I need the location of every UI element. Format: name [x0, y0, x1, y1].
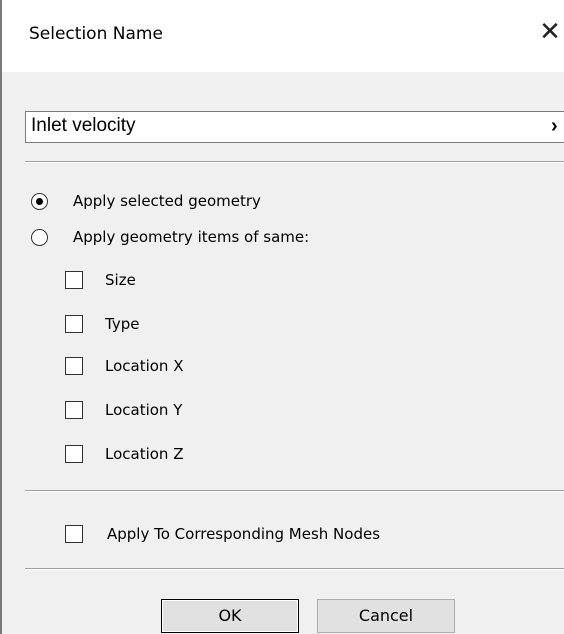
radio-apply-selected[interactable]: Apply selected geometry — [31, 192, 261, 210]
checkbox-mesh-nodes[interactable]: Apply To Corresponding Mesh Nodes — [65, 525, 380, 543]
checkbox-type[interactable]: Type — [65, 315, 139, 333]
checkbox-label: Location Y — [105, 401, 183, 419]
radio-label: Apply geometry items of same: — [73, 228, 310, 246]
radio-apply-same[interactable]: Apply geometry items of same: — [31, 228, 309, 246]
checkbox[interactable] — [65, 401, 83, 419]
checkbox-label: Location Z — [105, 445, 184, 463]
divider — [25, 568, 564, 570]
checkbox[interactable] — [65, 271, 83, 289]
ok-button[interactable]: OK — [161, 599, 299, 633]
title-bar[interactable]: Selection Name ✕ — [2, 0, 564, 72]
checkbox-location-z[interactable]: Location Z — [65, 445, 184, 463]
checkbox[interactable] — [65, 315, 83, 333]
checkbox-location-y[interactable]: Location Y — [65, 401, 182, 419]
divider — [25, 490, 564, 492]
divider — [25, 161, 564, 163]
cancel-button[interactable]: Cancel — [317, 599, 455, 633]
selection-name-input[interactable]: Inlet velocity — [25, 111, 564, 143]
checkbox-location-x[interactable]: Location X — [65, 357, 184, 375]
chevron-right-icon[interactable]: › — [551, 115, 558, 138]
checkbox-label: Type — [105, 315, 140, 333]
radio-button[interactable] — [31, 228, 48, 246]
dialog-title: Selection Name — [29, 24, 163, 44]
checkbox[interactable] — [65, 357, 83, 375]
close-icon[interactable]: ✕ — [534, 16, 564, 48]
checkbox-size[interactable]: Size — [65, 271, 136, 289]
radio-button-selected[interactable] — [31, 192, 48, 210]
selection-name-dialog: Selection Name ✕ Inlet velocity › Apply … — [0, 0, 564, 634]
window-edge — [0, 0, 2, 634]
checkbox[interactable] — [65, 525, 83, 543]
radio-label: Apply selected geometry — [73, 192, 261, 210]
checkbox-label: Apply To Corresponding Mesh Nodes — [107, 525, 381, 543]
checkbox-label: Location X — [105, 357, 184, 375]
checkbox-label: Size — [105, 271, 136, 289]
checkbox[interactable] — [65, 445, 83, 463]
